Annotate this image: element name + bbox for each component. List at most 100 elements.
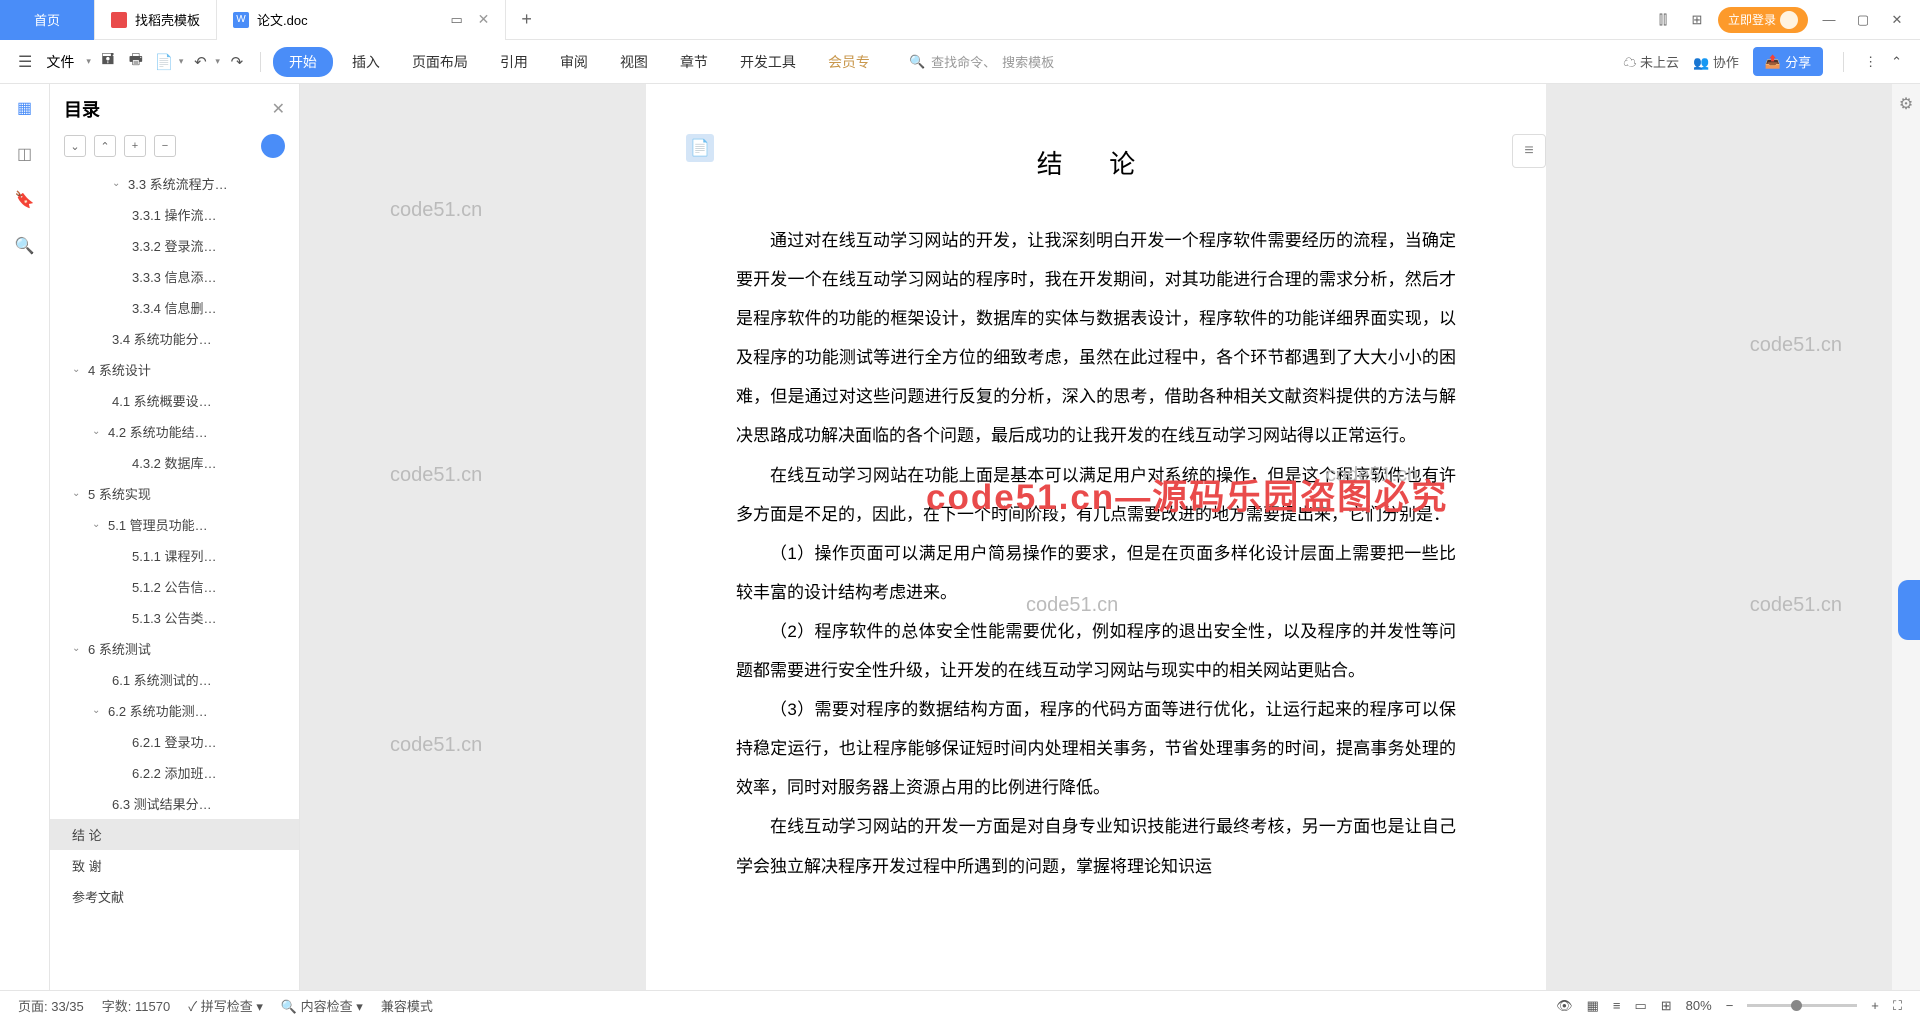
preview-icon[interactable]: 📄 bbox=[153, 51, 175, 73]
page-indicator[interactable]: 页面: 33/35 bbox=[18, 996, 84, 1015]
title-bar: 首页 找稻壳模板 W 论文.doc ▭ ✕ + ⫿⫿ ⊞ 立即登录 — ▢ ✕ bbox=[0, 0, 1920, 40]
tab-insert[interactable]: 插入 bbox=[339, 52, 393, 72]
tab-dev[interactable]: 开发工具 bbox=[727, 52, 809, 72]
tree-item[interactable]: 3.3.4 信息删… bbox=[50, 292, 299, 323]
tree-item[interactable]: 4.3.2 数据库… bbox=[50, 447, 299, 478]
share-button[interactable]: 📤 分享 bbox=[1753, 47, 1823, 76]
toolbar: ☰ 文件▾ 🖬 🖶 📄▾ ↶▾ ↷ 开始 插入 页面布局 引用 审阅 视图 章节… bbox=[0, 40, 1920, 84]
tree-item[interactable]: ⌄6.2 系统功能测… bbox=[50, 695, 299, 726]
view-mode-icon[interactable]: ▦ bbox=[1587, 998, 1599, 1014]
tab-document[interactable]: W 论文.doc ▭ ✕ bbox=[217, 0, 506, 40]
zoom-out-icon[interactable]: − bbox=[1726, 998, 1734, 1013]
zoom-slider[interactable] bbox=[1747, 1004, 1857, 1007]
tree-item[interactable]: 3.4 系统功能分… bbox=[50, 323, 299, 354]
word-count[interactable]: 字数: 11570 bbox=[102, 996, 170, 1015]
print-icon[interactable]: 🖶 bbox=[125, 51, 147, 73]
close-icon[interactable]: ✕ bbox=[478, 11, 490, 28]
menu-icon[interactable]: ☰ bbox=[18, 52, 32, 72]
tab-start[interactable]: 开始 bbox=[273, 47, 333, 77]
tree-item[interactable]: 结 论 bbox=[50, 819, 299, 850]
paragraph: （2）程序软件的总体安全性能需要优化，例如程序的退出安全性，以及程序的并发性等问… bbox=[736, 612, 1456, 690]
collab-button[interactable]: 👥 协作 bbox=[1693, 52, 1739, 71]
document-area[interactable]: code51.cn code51.cn code51.cn 📄 ≡ 结 论 通过… bbox=[300, 84, 1892, 990]
nav-icon[interactable]: ◫ bbox=[13, 142, 37, 166]
undo-icon[interactable]: ↶ bbox=[189, 51, 211, 73]
view-mode-icon[interactable]: ≡ bbox=[1613, 998, 1621, 1013]
add-icon[interactable]: + bbox=[124, 135, 146, 157]
file-button[interactable]: 文件 bbox=[38, 52, 82, 72]
fullscreen-icon[interactable]: ⛶ bbox=[1893, 998, 1902, 1014]
view-mode-icon[interactable]: ▭ bbox=[1634, 998, 1646, 1014]
apps-icon[interactable]: ⊞ bbox=[1684, 7, 1710, 33]
side-toggle-icon[interactable]: ≡ bbox=[1512, 134, 1546, 168]
tree-item[interactable]: 3.3.2 登录流… bbox=[50, 230, 299, 261]
spell-check[interactable]: ✓ 拼写检查 ▾ bbox=[188, 996, 263, 1015]
zoom-in-icon[interactable]: + bbox=[1871, 998, 1879, 1013]
close-window-icon[interactable]: ✕ bbox=[1884, 7, 1910, 33]
settings-icon[interactable]: ⚙ bbox=[1899, 94, 1913, 114]
tab-window-icon[interactable]: ▭ bbox=[444, 7, 470, 33]
outline-icon[interactable]: ▦ bbox=[13, 96, 37, 120]
tree-item[interactable]: 5.1.2 公告信… bbox=[50, 571, 299, 602]
cloud-button[interactable]: ☁ 未上云 bbox=[1623, 52, 1679, 71]
tab-ref[interactable]: 引用 bbox=[487, 52, 541, 72]
content-check[interactable]: 🔍 内容检查 ▾ bbox=[281, 996, 363, 1015]
tab-home[interactable]: 首页 bbox=[0, 0, 95, 40]
eye-icon[interactable]: 👁 bbox=[1556, 998, 1573, 1014]
tree-item[interactable]: 5.1.1 课程列… bbox=[50, 540, 299, 571]
tree-item[interactable]: 3.3.3 信息添… bbox=[50, 261, 299, 292]
tree-item[interactable]: ⌄5.1 管理员功能… bbox=[50, 509, 299, 540]
watermark: code51.cn bbox=[390, 199, 482, 222]
tab-layout[interactable]: 页面布局 bbox=[399, 52, 481, 72]
search-tpl-label: 搜索模板 bbox=[1002, 52, 1054, 71]
save-icon[interactable]: 🖬 bbox=[97, 51, 119, 73]
expand-all-icon[interactable]: ⌃ bbox=[94, 135, 116, 157]
tree-item[interactable]: ⌄3.3 系统流程方… bbox=[50, 168, 299, 199]
tree-item[interactable]: ⌄6 系统测试 bbox=[50, 633, 299, 664]
doc-type-icon[interactable]: 📄 bbox=[686, 134, 714, 162]
page-body: 通过对在线互动学习网站的开发，让我深刻明白开发一个程序软件需要经历的流程，当确定… bbox=[736, 221, 1456, 886]
compat-mode[interactable]: 兼容模式 bbox=[381, 996, 433, 1015]
maximize-icon[interactable]: ▢ bbox=[1850, 7, 1876, 33]
login-button[interactable]: 立即登录 bbox=[1718, 7, 1808, 33]
remove-icon[interactable]: − bbox=[154, 135, 176, 157]
tree-item[interactable]: 6.1 系统测试的… bbox=[50, 664, 299, 695]
tab-view[interactable]: 视图 bbox=[607, 52, 661, 72]
tab-vip[interactable]: 会员专 bbox=[815, 52, 883, 72]
bookmark-icon[interactable]: 🔖 bbox=[13, 188, 37, 212]
tree-item[interactable]: ⌄4.2 系统功能结… bbox=[50, 416, 299, 447]
right-rail: ⚙ bbox=[1892, 84, 1920, 990]
tab-chapter[interactable]: 章节 bbox=[667, 52, 721, 72]
tree-item[interactable]: ⌄5 系统实现 bbox=[50, 478, 299, 509]
docer-icon bbox=[111, 12, 127, 28]
tree-item[interactable]: 6.2.2 添加班… bbox=[50, 757, 299, 788]
collapse-all-icon[interactable]: ⌄ bbox=[64, 135, 86, 157]
add-tab-button[interactable]: + bbox=[506, 9, 547, 30]
tree-item[interactable]: 致 谢 bbox=[50, 850, 299, 881]
user-avatar-icon[interactable] bbox=[261, 134, 285, 158]
outline-title: 目录 bbox=[64, 96, 100, 122]
view-mode-icon[interactable]: ⊞ bbox=[1661, 998, 1672, 1014]
collapse-icon[interactable]: ⌃ bbox=[1891, 54, 1902, 70]
tree-item[interactable]: ⌄4 系统设计 bbox=[50, 354, 299, 385]
search-box[interactable]: 🔍 查找命令、 搜索模板 bbox=[909, 52, 1054, 71]
watermark: code51.cn bbox=[1750, 594, 1842, 617]
layout-icon[interactable]: ⫿⫿ bbox=[1650, 7, 1676, 33]
more-icon[interactable]: ⋮ bbox=[1864, 54, 1877, 70]
outline-close-icon[interactable]: ✕ bbox=[272, 99, 285, 119]
minimize-icon[interactable]: — bbox=[1816, 7, 1842, 33]
tree-item[interactable]: 6.3 测试结果分… bbox=[50, 788, 299, 819]
redo-icon[interactable]: ↷ bbox=[226, 51, 248, 73]
tree-item[interactable]: 5.1.3 公告类… bbox=[50, 602, 299, 633]
right-tools: ☁ 未上云 👥 协作 📤 分享 ⋮ ⌃ bbox=[1623, 47, 1902, 76]
tab-review[interactable]: 审阅 bbox=[547, 52, 601, 72]
tree-item[interactable]: 3.3.1 操作流… bbox=[50, 199, 299, 230]
tree-item[interactable]: 参考文献 bbox=[50, 881, 299, 912]
tab-templates[interactable]: 找稻壳模板 bbox=[95, 0, 217, 40]
tree-item[interactable]: 6.2.1 登录功… bbox=[50, 726, 299, 757]
zoom-level[interactable]: 80% bbox=[1686, 998, 1712, 1013]
find-icon[interactable]: 🔍 bbox=[13, 234, 37, 258]
tree-item[interactable]: 4.1 系统概要设… bbox=[50, 385, 299, 416]
edge-tab[interactable] bbox=[1898, 580, 1920, 640]
paragraph: 在线互动学习网站在功能上面是基本可以满足用户对系统的操作，但是这个程序软件也有许… bbox=[736, 456, 1456, 534]
